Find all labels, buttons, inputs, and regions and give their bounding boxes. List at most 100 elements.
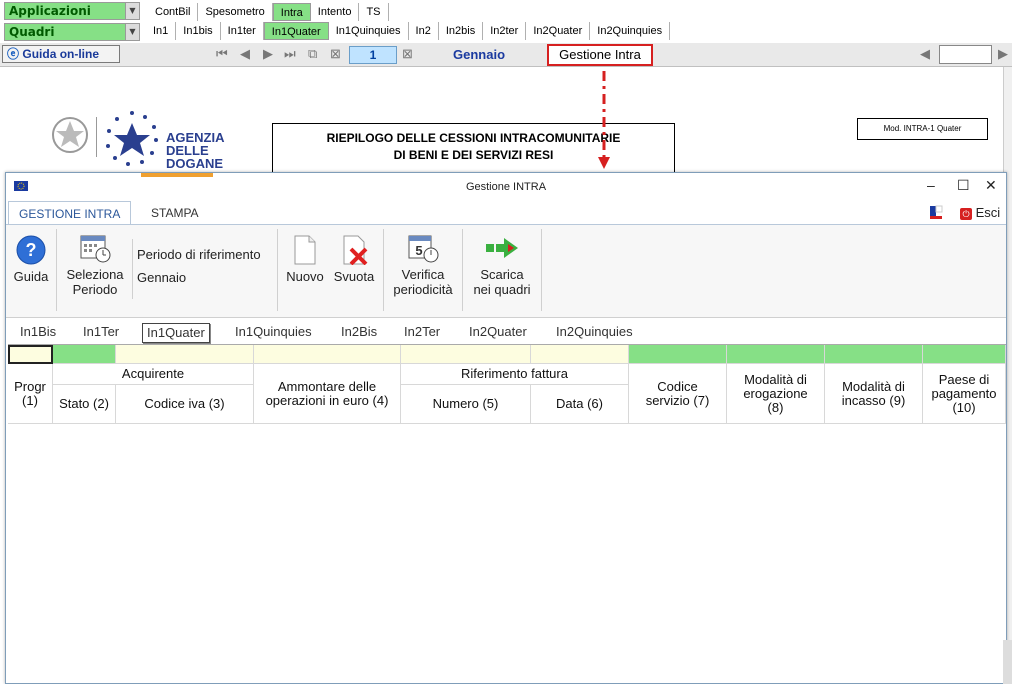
arrow-down-icon (598, 71, 610, 169)
tab-in2quater[interactable]: In2Quater (526, 22, 591, 40)
tab-in2[interactable]: In2 (409, 22, 439, 40)
tab-ts[interactable]: TS (359, 3, 389, 21)
dialog-title: Gestione INTRA (465, 181, 547, 193)
header-stato: Stato (2) (53, 385, 116, 424)
tab-in1quinquies[interactable]: In1Quinquies (329, 22, 409, 40)
gestione-intra-dialog: Gestione INTRA – ☐ ✕ GESTIONE INTRA STAM… (5, 172, 1007, 684)
page-number[interactable]: 1 (349, 46, 397, 64)
verifica-line1: Verifica (401, 267, 445, 282)
new-page-icon[interactable]: ⧉ (308, 46, 317, 62)
guida-button[interactable]: ? Guida (12, 235, 50, 284)
tab-in1quater[interactable]: In1Quater (263, 22, 329, 40)
esci-label: Esci (975, 205, 1001, 220)
grid-input-cell[interactable] (53, 345, 116, 364)
grid-input-cell[interactable] (401, 345, 531, 364)
header-riferimento-fattura: Riferimento fattura (401, 364, 629, 385)
tab-in1ter[interactable]: In1ter (221, 22, 264, 40)
scrollbar-thumb[interactable] (1003, 640, 1012, 684)
svuota-button[interactable]: Svuota (330, 235, 378, 284)
model-label: Mod. INTRA-1 Quater (857, 118, 988, 140)
gestione-intra-button[interactable]: Gestione Intra (547, 44, 653, 66)
svg-text:?: ? (26, 240, 37, 260)
subtab-in2quater[interactable]: In2Quater (465, 323, 531, 343)
scarica-nei-quadri-button[interactable]: Scarica nei quadri (468, 233, 536, 297)
prev-icon[interactable]: ◀ (920, 46, 930, 62)
emblem-icon (52, 117, 88, 153)
tab-in2quinquies[interactable]: In2Quinquies (590, 22, 671, 40)
grid-input-cell[interactable] (116, 345, 254, 364)
tab-in1[interactable]: In1 (146, 22, 177, 40)
new-document-icon (294, 235, 316, 265)
grid-input-cell[interactable] (531, 345, 629, 364)
tab-gestione-intra[interactable]: GESTIONE INTRA (8, 201, 132, 225)
tab-intra[interactable]: Intra (272, 3, 311, 21)
current-month: Gennaio (453, 47, 506, 62)
grid-input-cell[interactable] (629, 345, 727, 364)
applicazioni-select[interactable]: Applicazioni ▼ (4, 2, 140, 20)
navigation-toolbar: ⓔ Guida on-line ⏮ ◀ ▶ ⏭ ⧉ ⊠ 1 ⊠ Gennaio … (0, 43, 1012, 67)
next-icon[interactable]: ▶ (998, 46, 1008, 62)
calendar-check-icon: 5 (408, 235, 439, 263)
grid-input-cell[interactable] (923, 345, 1006, 364)
verifica-periodicita-button[interactable]: 5 Verifica periodicità (388, 233, 458, 297)
grid-input-cell[interactable] (8, 345, 53, 364)
form-title-line1: RIEPILOGO DELLE CESSIONI INTRACOMUNITARI… (326, 131, 621, 145)
minimize-icon[interactable]: – (927, 177, 935, 193)
header-modalita-erogazione: Modalità di erogazione (8) (727, 364, 825, 424)
tab-in1bis[interactable]: In1bis (176, 22, 221, 40)
guida-online-button[interactable]: ⓔ Guida on-line (2, 45, 120, 63)
prev-page-icon[interactable]: ◀ (240, 46, 250, 62)
stampa-accent (141, 173, 213, 177)
grid-input-cell[interactable] (727, 345, 825, 364)
tab-in2ter[interactable]: In2ter (483, 22, 527, 40)
tab-in2bis[interactable]: In2bis (439, 22, 484, 40)
header-codice-servizio: Codice servizio (7) (629, 364, 727, 424)
header-codice-iva: Codice iva (3) (116, 385, 254, 424)
header-modalita-incasso: Modalità di incasso (9) (825, 364, 923, 424)
delete-page-icon[interactable]: ⊠ (330, 46, 341, 62)
subtab-in2ter[interactable]: In2Ter (400, 323, 444, 343)
guida-online-label: Guida on-line (22, 47, 100, 61)
subtab-in1quater[interactable]: In1Quater (142, 323, 210, 343)
tab-intento[interactable]: Intento (311, 3, 360, 21)
esci-button[interactable]: ⏻ Esci (960, 205, 1000, 220)
last-page-icon[interactable]: ⏭ (284, 46, 296, 62)
first-page-icon[interactable]: ⏮ (216, 46, 228, 62)
subtab-in2quinquies[interactable]: In2Quinquies (552, 323, 637, 343)
subtab-in1ter[interactable]: In1Ter (79, 323, 123, 343)
tab-stampa[interactable]: STAMPA (141, 201, 209, 225)
subtab-in2bis[interactable]: In2Bis (337, 323, 381, 343)
subtab-in1bis[interactable]: In1Bis (16, 323, 60, 343)
header-progr: Progr (1) (8, 364, 53, 424)
seleziona-periodo-button[interactable]: Seleziona Periodo (62, 233, 128, 297)
agency-name: AGENZIA DELLE DOGANE (166, 131, 225, 170)
power-icon: ⏻ (960, 208, 972, 220)
subtab-in1quinquies[interactable]: In1Quinquies (231, 323, 316, 343)
arrow-right-icon (486, 238, 518, 258)
ribbon-tabs: GESTIONE INTRA STAMPA ⏻ Esci (6, 173, 1006, 225)
guida-label: Guida (13, 269, 49, 284)
verifica-line2: periodicità (393, 282, 453, 297)
chevron-down-icon[interactable]: ▼ (125, 3, 139, 19)
close-icon[interactable]: ✕ (985, 177, 997, 194)
grid-input-cell[interactable] (254, 345, 401, 364)
data-grid: Progr (1) Acquirente Stato (2) Codice iv… (8, 344, 1006, 424)
close-page-icon[interactable]: ⊠ (402, 46, 413, 62)
chevron-down-icon[interactable]: ▼ (125, 24, 139, 40)
grid-input-cell[interactable] (825, 345, 923, 364)
maximize-icon[interactable]: ☐ (957, 177, 970, 194)
tab-spesometro[interactable]: Spesometro (198, 3, 273, 21)
help-icon: ? (16, 235, 46, 265)
agency-logo-icon (106, 111, 158, 166)
dialog-titlebar: Gestione INTRA – ☐ ✕ (6, 173, 1006, 201)
search-field[interactable] (939, 45, 992, 64)
tab-contbil[interactable]: ContBil (148, 3, 199, 21)
quadri-select[interactable]: Quadri ▼ (4, 23, 140, 41)
seleziona-line2: Periodo (72, 282, 118, 297)
next-page-icon[interactable]: ▶ (263, 46, 273, 62)
help-icon: ⓔ (7, 47, 20, 61)
nuovo-button[interactable]: Nuovo (284, 235, 326, 284)
header-ammontare: Ammontare delle operazioni in euro (4) (254, 364, 401, 424)
periodo-riferimento-label: Periodo di riferimento (137, 247, 261, 262)
quadri-tabs: In1 In1bis In1ter In1Quater In1Quinquies… (146, 22, 671, 40)
